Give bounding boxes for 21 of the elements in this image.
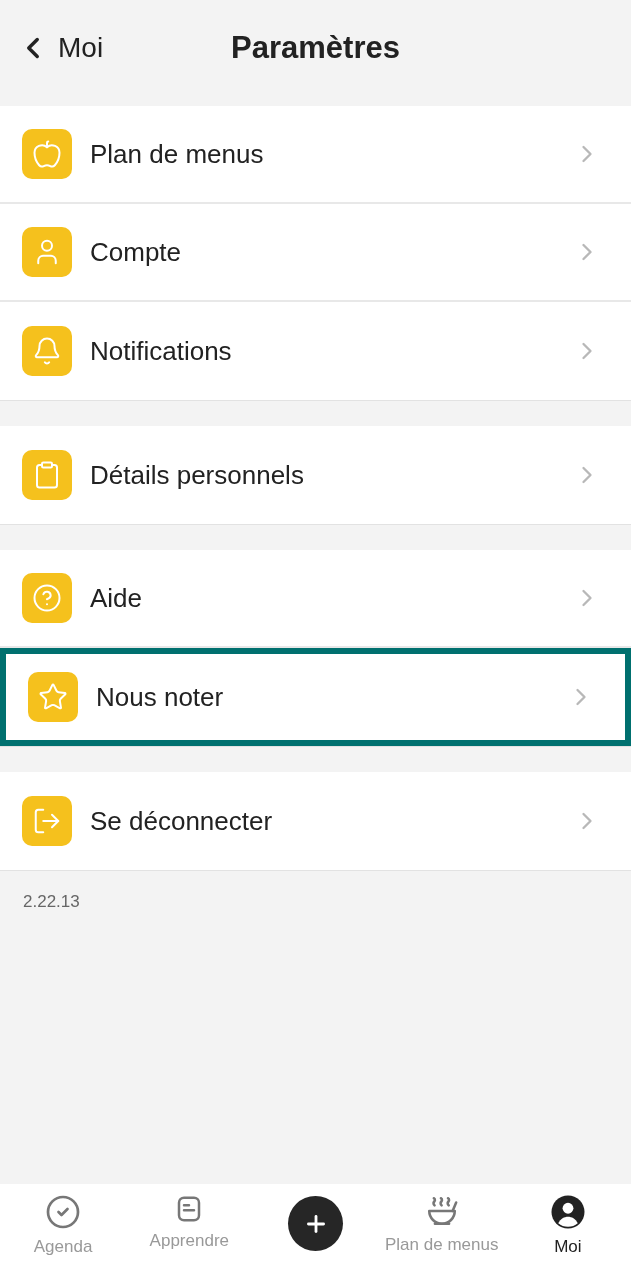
row-label: Notifications <box>90 334 233 368</box>
row-label: Compte <box>90 235 183 269</box>
back-button[interactable]: Moi <box>16 27 104 69</box>
check-circle-icon <box>45 1194 82 1230</box>
row-label: Plan de menus <box>90 137 265 171</box>
profile-icon <box>549 1194 586 1230</box>
row-label: Se déconnecter <box>90 804 274 838</box>
clipboard-icon <box>22 450 72 500</box>
bell-icon <box>22 326 72 376</box>
settings-row[interactable]: Nous noter <box>0 648 631 746</box>
tab-item[interactable]: Moi <box>549 1194 586 1260</box>
person-icon <box>22 227 72 277</box>
add-button[interactable] <box>288 1196 343 1251</box>
logout-icon <box>22 796 72 846</box>
page-title: Paramètres <box>231 28 400 67</box>
row-label: Détails personnels <box>90 458 305 492</box>
apple-icon <box>22 129 72 179</box>
help-icon <box>22 573 72 623</box>
row-label: Aide <box>90 581 144 615</box>
version-label: 2.22.13 <box>23 891 80 913</box>
row-label: Nous noter <box>96 680 225 714</box>
